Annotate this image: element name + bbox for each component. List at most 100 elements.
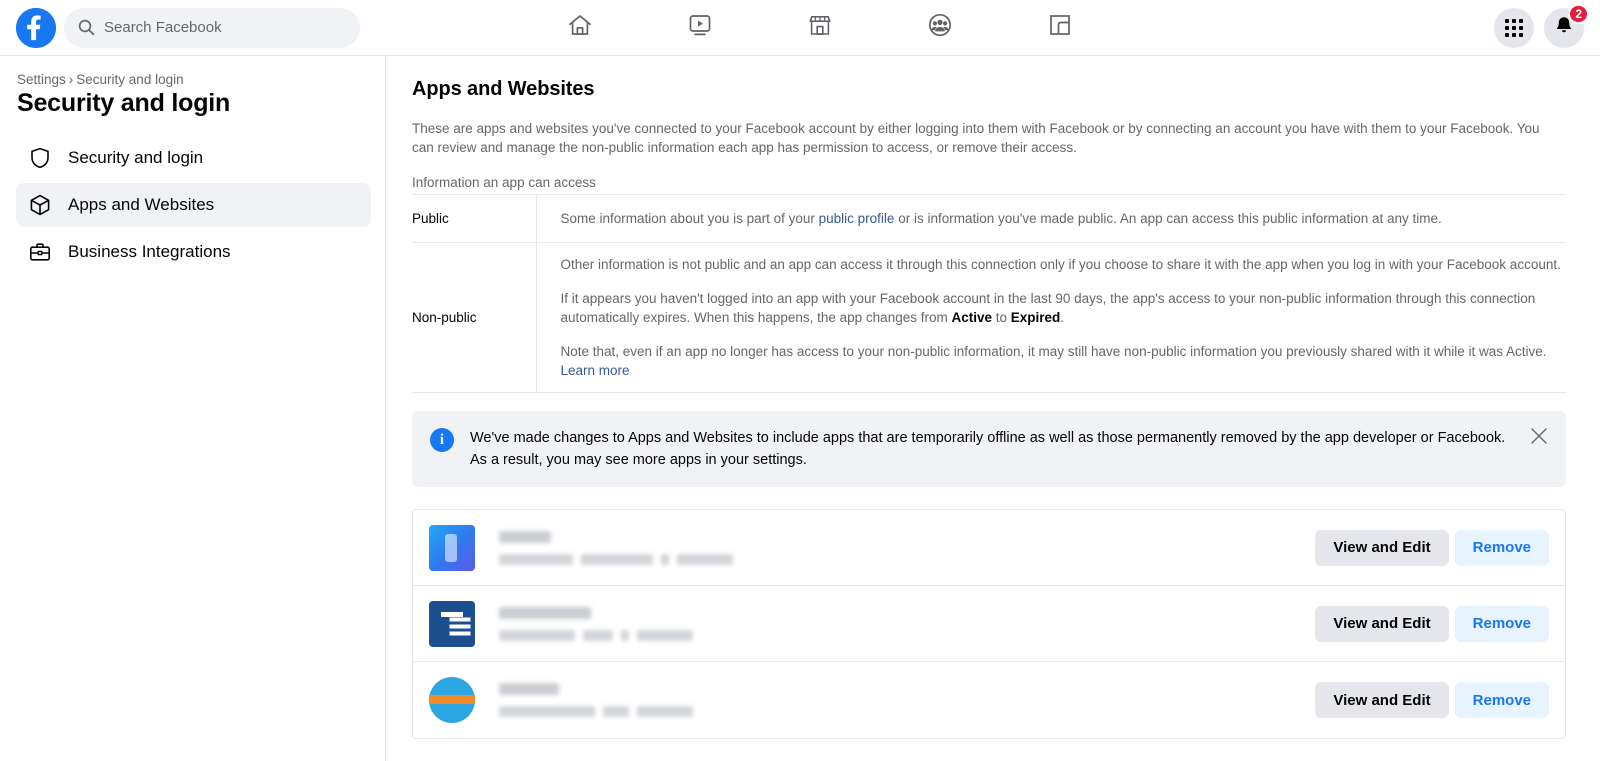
top-navigation-bar: 2 <box>0 0 1600 56</box>
app-icon <box>429 524 475 571</box>
text-segment: Some information about you is part of yo… <box>560 211 819 226</box>
info-banner-text: We've made changes to Apps and Websites … <box>470 430 1506 468</box>
page-title: Security and login <box>17 89 231 117</box>
breadcrumb: Settings › Security and login <box>16 72 371 87</box>
table-row: View and Edit Remove <box>413 662 1565 738</box>
app-name-redacted <box>499 606 591 619</box>
redacted-segment <box>499 553 573 565</box>
app-meta-redacted <box>499 629 1315 641</box>
settings-sidebar: Settings › Security and login Security and… <box>0 56 386 761</box>
text-segment: . <box>1060 310 1065 325</box>
search-box[interactable] <box>64 7 360 48</box>
topbar-left-group <box>0 7 360 48</box>
status-badge-redacted <box>677 553 733 565</box>
search-icon <box>78 19 95 36</box>
facebook-logo-icon[interactable] <box>16 7 56 48</box>
status-expired-emphasis: Expired <box>1010 310 1061 325</box>
page-body: Settings › Security and login Security and… <box>0 56 1600 761</box>
breadcrumb-separator: › <box>68 72 74 87</box>
sidebar-item-security-and-login[interactable]: Security and login <box>16 136 371 180</box>
app-details <box>475 530 1315 565</box>
row-actions: View and Edit Remove <box>1315 682 1549 718</box>
breadcrumb-current: Security and login <box>76 72 184 87</box>
nav-home-button[interactable] <box>551 5 609 51</box>
sidebar-item-apps-and-websites[interactable]: Apps and Websites <box>16 183 371 227</box>
app-name-redacted <box>499 683 559 695</box>
nav-marketplace-button[interactable] <box>791 5 849 51</box>
redacted-segment <box>583 629 613 641</box>
connected-apps-list: View and Edit Remove View and Edit Remov… <box>412 509 1566 739</box>
paragraph: Note that, even if an app no longer has … <box>561 342 1567 380</box>
paragraph: Some information about you is part of yo… <box>561 209 1567 228</box>
sidebar-item-business-integrations[interactable]: Business Integrations <box>16 230 371 274</box>
info-table-subheading: Information an app can access <box>412 175 596 190</box>
video-play-icon <box>686 11 714 44</box>
breadcrumb-root[interactable]: Settings <box>17 72 66 87</box>
nav-gaming-button[interactable] <box>1031 5 1089 51</box>
table-row: Non-public Other information is not publ… <box>412 242 1567 393</box>
public-profile-link[interactable]: public profile <box>819 211 895 226</box>
close-icon[interactable] <box>1526 423 1552 449</box>
sidebar-item-label: Security and login <box>68 148 204 167</box>
menu-button[interactable] <box>1494 7 1534 48</box>
sidebar-item-label: Apps and Websites <box>68 195 215 214</box>
redacted-segment <box>499 706 595 717</box>
remove-button[interactable]: Remove <box>1454 605 1549 642</box>
main-content: Apps and Websites These are apps and web… <box>386 56 1600 761</box>
text-segment: Other information is not public and an a… <box>560 257 1561 272</box>
app-icon <box>429 600 475 647</box>
app-name-redacted <box>499 530 551 543</box>
table-row: Public Some information about you is par… <box>412 194 1567 243</box>
app-details <box>475 606 1315 641</box>
briefcase-icon <box>28 240 52 264</box>
nav-watch-button[interactable] <box>671 5 729 51</box>
row-actions: View and Edit Remove <box>1315 529 1549 566</box>
row-content-public: Some information about you is part of yo… <box>536 194 1567 243</box>
row-content-non-public: Other information is not public and an a… <box>536 242 1567 393</box>
status-badge-redacted <box>637 706 693 717</box>
grid-menu-icon <box>1505 18 1523 37</box>
info-circle-icon: i <box>430 428 454 452</box>
information-access-table: Public Some information about you is par… <box>412 194 1566 393</box>
redacted-segment <box>581 553 653 565</box>
table-row: View and Edit Remove <box>413 510 1565 586</box>
topbar-nav-group <box>520 0 1120 56</box>
redacted-segment <box>499 629 575 641</box>
redacted-segment <box>621 629 629 641</box>
notifications-button[interactable]: 2 <box>1544 3 1589 48</box>
search-input[interactable] <box>104 19 348 36</box>
notifications-badge: 2 <box>1568 3 1589 24</box>
row-actions: View and Edit Remove <box>1315 605 1549 642</box>
gaming-icon <box>1046 11 1074 44</box>
view-and-edit-button[interactable]: View and Edit <box>1315 605 1449 642</box>
topbar-right-group: 2 <box>1494 3 1589 48</box>
status-badge-redacted <box>637 629 693 641</box>
text-segment: to <box>992 310 1011 325</box>
app-icon <box>429 677 475 723</box>
shield-icon <box>28 146 52 170</box>
nav-groups-button[interactable] <box>911 5 969 51</box>
section-title: Apps and Websites <box>412 78 595 100</box>
app-meta-redacted <box>499 706 1315 717</box>
view-and-edit-button[interactable]: View and Edit <box>1315 529 1449 566</box>
app-details <box>475 683 1315 717</box>
redacted-segment <box>661 553 669 565</box>
table-row: View and Edit Remove <box>413 586 1565 662</box>
redacted-segment <box>603 706 629 717</box>
row-label-public: Public <box>412 194 537 243</box>
info-banner: i We've made changes to Apps and Website… <box>412 411 1566 487</box>
text-segment: Note that, even if an app no longer has … <box>560 344 1547 359</box>
home-icon <box>566 11 594 44</box>
view-and-edit-button[interactable]: View and Edit <box>1315 682 1449 718</box>
cube-icon <box>28 193 52 217</box>
remove-button[interactable]: Remove <box>1454 529 1549 566</box>
app-meta-redacted <box>499 553 1315 565</box>
text-segment: or is information you've made public. An… <box>894 211 1442 226</box>
remove-button[interactable]: Remove <box>1454 682 1549 718</box>
section-intro-text: These are apps and websites you've conne… <box>412 121 1540 155</box>
status-active-emphasis: Active <box>951 310 992 325</box>
learn-more-link[interactable]: Learn more <box>561 363 630 378</box>
sidebar-item-label: Business Integrations <box>68 242 231 261</box>
storefront-icon <box>806 11 834 44</box>
groups-icon <box>926 11 954 44</box>
